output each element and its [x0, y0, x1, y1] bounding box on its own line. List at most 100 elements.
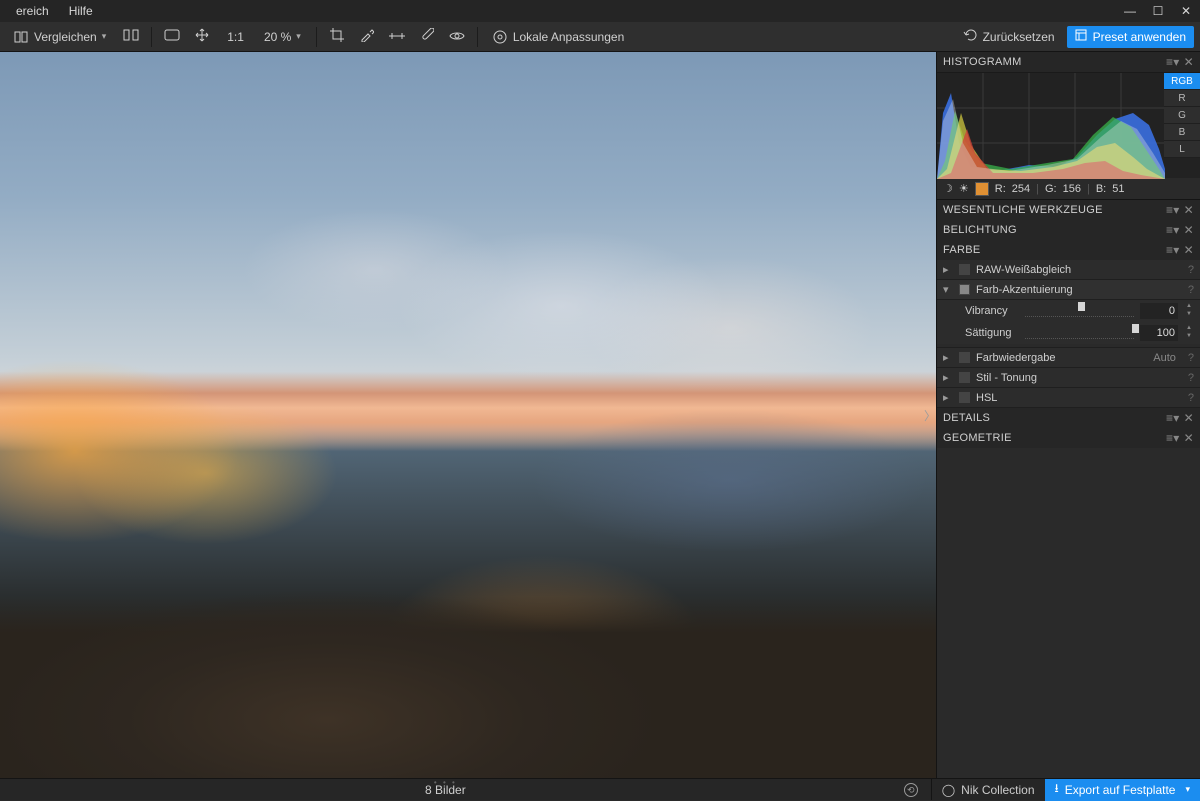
- panel-menu-icon[interactable]: ≡▾: [1166, 55, 1180, 69]
- compare-button[interactable]: Vergleichen ▾: [6, 26, 114, 48]
- spinner[interactable]: ▲▼: [1184, 325, 1194, 341]
- subpanel-farbwiedergabe[interactable]: ▸ Farbwiedergabe Auto ?: [937, 348, 1200, 368]
- eye-icon: [449, 30, 465, 44]
- apply-preset-button[interactable]: Preset anwenden: [1067, 26, 1194, 48]
- enable-checkbox[interactable]: [959, 352, 970, 363]
- slider-thumb[interactable]: [1078, 302, 1085, 311]
- spinner[interactable]: ▲▼: [1184, 303, 1194, 319]
- panel-close-icon[interactable]: ✕: [1184, 431, 1194, 445]
- slider-value[interactable]: 0: [1140, 303, 1178, 319]
- hist-channel-g[interactable]: G: [1164, 107, 1200, 124]
- panel-belichtung-header[interactable]: BELICHTUNG ≡▾ ✕: [937, 220, 1200, 240]
- sun-icon[interactable]: ☀: [959, 182, 969, 195]
- panel-title-label: GEOMETRIE: [943, 432, 1162, 444]
- bandage-icon: [420, 28, 434, 45]
- panel-histogram-header[interactable]: HISTOGRAMM ≡▾ ✕: [937, 52, 1200, 72]
- panel-title-label: BELICHTUNG: [943, 224, 1162, 236]
- panel-collapse-handle[interactable]: 〉: [924, 402, 936, 428]
- panel-close-icon[interactable]: ✕: [1184, 203, 1194, 217]
- help-icon[interactable]: ?: [1188, 352, 1194, 364]
- panel-menu-icon[interactable]: ≡▾: [1166, 243, 1180, 257]
- enable-checkbox[interactable]: [959, 392, 970, 403]
- apply-preset-label: Preset anwenden: [1093, 30, 1186, 44]
- panel-wesentliche-header[interactable]: WESENTLICHE WERKZEUGE ≡▾ ✕: [937, 200, 1200, 220]
- zoom-1to1-button[interactable]: 1:1: [219, 26, 252, 48]
- panel-menu-icon[interactable]: ≡▾: [1166, 431, 1180, 445]
- subpanel-stil-toning[interactable]: ▸ Stil - Tonung ?: [937, 368, 1200, 388]
- panel-close-icon[interactable]: ✕: [1184, 243, 1194, 257]
- pan-button[interactable]: [189, 26, 215, 48]
- menu-item-bereich[interactable]: ereich: [6, 4, 59, 18]
- preset-icon: [1075, 29, 1087, 44]
- help-icon[interactable]: ?: [1188, 392, 1194, 404]
- nik-label: Nik Collection: [961, 783, 1034, 797]
- panel-close-icon[interactable]: ✕: [1184, 223, 1194, 237]
- fit-icon: [164, 29, 180, 44]
- close-button[interactable]: ✕: [1172, 4, 1200, 18]
- subpanel-farb-akzentuierung[interactable]: ▾ Farb-Akzentuierung ?: [937, 280, 1200, 300]
- repair-button[interactable]: [414, 26, 440, 48]
- panel-farbe-header[interactable]: FARBE ≡▾ ✕: [937, 240, 1200, 260]
- filmstrip-summary[interactable]: • • • 8 Bilder: [0, 783, 891, 797]
- local-adjustments-button[interactable]: Lokale Anpassungen: [485, 26, 632, 48]
- subpanel-label: Stil - Tonung: [976, 372, 1182, 384]
- panel-menu-icon[interactable]: ≡▾: [1166, 203, 1180, 217]
- zoom-level-dropdown[interactable]: 20 % ▾: [256, 26, 309, 48]
- readout-b-value: 51: [1112, 183, 1124, 195]
- subpanel-label: Farbwiedergabe: [976, 352, 1147, 364]
- image-viewport[interactable]: 〉: [0, 52, 936, 778]
- moon-icon[interactable]: ☽: [943, 182, 953, 195]
- fit-button[interactable]: [159, 26, 185, 48]
- panel-details-header[interactable]: DETAILS ≡▾ ✕: [937, 408, 1200, 428]
- readout-b-label: B:: [1096, 183, 1106, 195]
- panel-geometrie-header[interactable]: GEOMETRIE ≡▾ ✕: [937, 428, 1200, 448]
- hist-channel-r[interactable]: R: [1164, 90, 1200, 107]
- sample-color-swatch: [975, 182, 989, 196]
- subpanel-hsl[interactable]: ▸ HSL ?: [937, 388, 1200, 408]
- enable-checkbox[interactable]: [959, 264, 970, 275]
- menu-bar: ereich Hilfe — ☐ ✕: [0, 0, 1200, 22]
- enable-checkbox[interactable]: [959, 284, 970, 295]
- hist-channel-b[interactable]: B: [1164, 124, 1200, 141]
- slider-track[interactable]: [1025, 327, 1134, 339]
- help-icon[interactable]: ?: [1188, 264, 1194, 276]
- slider-value[interactable]: 100: [1140, 325, 1178, 341]
- enable-checkbox[interactable]: [959, 372, 970, 383]
- crop-button[interactable]: [324, 26, 350, 48]
- expand-icon: ▸: [943, 351, 953, 364]
- minimize-button[interactable]: —: [1116, 4, 1144, 18]
- window-controls: — ☐ ✕: [1116, 4, 1200, 18]
- local-adjust-icon: [493, 30, 507, 44]
- grip-icon[interactable]: • • •: [434, 778, 457, 787]
- slider-vibrancy: Vibrancy 0 ▲▼: [937, 300, 1200, 322]
- export-button[interactable]: ⭳ Export auf Festplatte ▾: [1045, 779, 1200, 801]
- panel-close-icon[interactable]: ✕: [1184, 55, 1194, 69]
- help-icon[interactable]: ?: [1188, 284, 1194, 296]
- nik-collection-button[interactable]: ◯ Nik Collection: [931, 779, 1045, 800]
- panel-title-label: HISTOGRAMM: [943, 56, 1162, 68]
- slider-track[interactable]: [1025, 305, 1134, 317]
- reset-view-icon[interactable]: ⟲: [904, 783, 918, 797]
- photo-preview: [0, 52, 936, 778]
- panel-menu-icon[interactable]: ≡▾: [1166, 223, 1180, 237]
- maximize-button[interactable]: ☐: [1144, 4, 1172, 18]
- hist-channel-rgb[interactable]: RGB: [1164, 73, 1200, 90]
- reset-button[interactable]: Zurücksetzen: [955, 26, 1063, 48]
- menu-item-hilfe[interactable]: Hilfe: [59, 4, 103, 18]
- panel-title-label: DETAILS: [943, 412, 1162, 424]
- panel-close-icon[interactable]: ✕: [1184, 411, 1194, 425]
- help-icon[interactable]: ?: [1188, 372, 1194, 384]
- subpanel-raw-weissabgleich[interactable]: ▸ RAW-Weißabgleich ?: [937, 260, 1200, 280]
- panel-title-label: WESENTLICHE WERKZEUGE: [943, 204, 1162, 216]
- redeye-button[interactable]: [444, 26, 470, 48]
- side-by-side-button[interactable]: [118, 26, 144, 48]
- panel-title-label: FARBE: [943, 244, 1162, 256]
- hist-channel-l[interactable]: L: [1164, 141, 1200, 158]
- chevron-down-icon: ▾: [296, 31, 301, 42]
- panel-menu-icon[interactable]: ≡▾: [1166, 411, 1180, 425]
- main-area: 〉 HISTOGRAMM ≡▾ ✕ RGB R: [0, 52, 1200, 778]
- horizon-button[interactable]: [384, 26, 410, 48]
- eyedropper-wb-button[interactable]: [354, 26, 380, 48]
- slider-thumb[interactable]: [1132, 324, 1139, 333]
- expand-icon: ▸: [943, 371, 953, 384]
